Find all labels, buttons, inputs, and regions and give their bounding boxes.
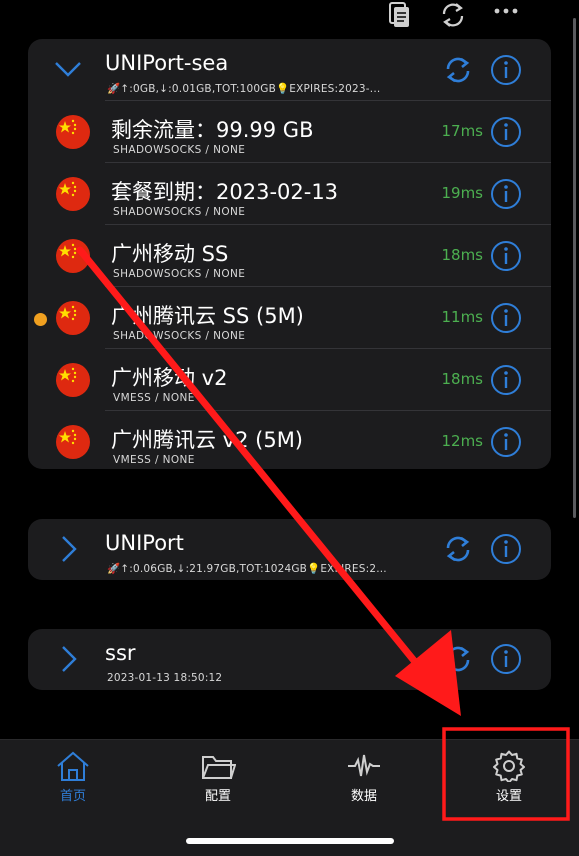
gear-icon xyxy=(493,750,525,782)
info-icon[interactable] xyxy=(489,53,523,87)
china-flag-icon xyxy=(56,177,90,211)
node-name: 广州移动 SS xyxy=(111,242,229,266)
info-icon[interactable] xyxy=(489,239,523,273)
chevron-right-icon[interactable] xyxy=(52,533,84,565)
refresh-icon[interactable] xyxy=(442,54,474,86)
china-flag-icon xyxy=(56,301,90,335)
node-name: 剩余流量：99.99 GB xyxy=(111,118,314,142)
china-flag-icon xyxy=(56,239,90,273)
node-latency[interactable]: 18ms xyxy=(441,370,483,388)
node-latency[interactable]: 11ms xyxy=(441,308,483,326)
node-type: SHADOWSOCKS / NONE xyxy=(113,144,246,156)
info-icon[interactable] xyxy=(489,177,523,211)
info-icon[interactable] xyxy=(489,532,523,566)
node-latency[interactable]: 12ms xyxy=(441,432,483,450)
refresh-icon[interactable] xyxy=(442,643,474,675)
active-indicator xyxy=(34,313,47,326)
tab-settings[interactable]: 设置 xyxy=(459,740,559,820)
group-header[interactable]: UNIPort-sea 🚀↑:0GB,↓:0.01GB,TOT:100GB💡EX… xyxy=(28,39,551,101)
refresh-icon[interactable] xyxy=(442,533,474,565)
group-subtitle: 2023-01-13 18:50:12 xyxy=(107,672,223,684)
chevron-down-icon[interactable] xyxy=(52,52,84,84)
node-row[interactable]: 剩余流量：99.99 GB SHADOWSOCKS / NONE 17ms xyxy=(28,101,551,163)
more-icon[interactable] xyxy=(490,0,524,30)
node-row[interactable]: 套餐到期：2023-02-13 SHADOWSOCKS / NONE 19ms xyxy=(28,163,551,225)
refresh-icon[interactable] xyxy=(436,0,470,30)
group-card-uniport-sea: UNIPort-sea 🚀↑:0GB,↓:0.01GB,TOT:100GB💡EX… xyxy=(28,39,551,469)
node-latency[interactable]: 19ms xyxy=(441,184,483,202)
clipboard-icon[interactable] xyxy=(382,0,416,30)
node-type: SHADOWSOCKS / NONE xyxy=(113,206,246,218)
tab-label: 设置 xyxy=(495,789,522,804)
node-name: 套餐到期：2023-02-13 xyxy=(111,180,339,204)
node-name: 广州腾讯云 SS (5M) xyxy=(111,304,304,328)
top-toolbar xyxy=(0,0,579,36)
node-name: 广州移动 v2 xyxy=(111,366,228,390)
node-row-active[interactable]: 广州腾讯云 SS (5M) SHADOWSOCKS / NONE 11ms xyxy=(28,287,551,349)
chevron-right-icon[interactable] xyxy=(52,643,84,675)
group-title: ssr xyxy=(105,641,136,665)
node-row[interactable]: 广州移动 SS SHADOWSOCKS / NONE 18ms xyxy=(28,225,551,287)
home-icon xyxy=(57,751,89,781)
node-type: VMESS / NONE xyxy=(113,392,195,404)
info-icon[interactable] xyxy=(489,301,523,335)
group-card-ssr: ssr 2023-01-13 18:50:12 xyxy=(28,629,551,690)
tab-label: 配置 xyxy=(204,789,231,804)
node-name: 广州腾讯云 v2 (5M) xyxy=(111,428,304,452)
tab-config[interactable]: 配置 xyxy=(168,740,268,820)
china-flag-icon xyxy=(56,425,90,459)
china-flag-icon xyxy=(56,363,90,397)
node-type: SHADOWSOCKS / NONE xyxy=(113,268,246,280)
home-indicator xyxy=(186,838,394,844)
group-header[interactable]: ssr 2023-01-13 18:50:12 xyxy=(28,629,551,690)
node-row[interactable]: 广州移动 v2 VMESS / NONE 18ms xyxy=(28,349,551,411)
group-title: UNIPort xyxy=(105,531,184,555)
activity-icon xyxy=(348,754,380,777)
tab-home[interactable]: 首页 xyxy=(23,740,123,820)
node-latency[interactable]: 18ms xyxy=(441,246,483,264)
china-flag-icon xyxy=(56,115,90,149)
node-row[interactable]: 广州腾讯云 v2 (5M) VMESS / NONE 12ms xyxy=(28,411,551,469)
node-latency[interactable]: 17ms xyxy=(441,122,483,140)
group-subtitle: 🚀↑:0GB,↓:0.01GB,TOT:100GB💡EXPIRES:2023-.… xyxy=(107,83,381,95)
info-icon[interactable] xyxy=(489,425,523,459)
folder-icon xyxy=(202,756,236,779)
group-card-uniport: UNIPort 🚀↑:0.06GB,↓:21.97GB,TOT:1024GB💡E… xyxy=(28,519,551,580)
tab-label: 首页 xyxy=(59,789,86,804)
info-icon[interactable] xyxy=(489,115,523,149)
tab-label: 数据 xyxy=(350,789,377,804)
group-title: UNIPort-sea xyxy=(105,51,229,75)
group-subtitle: 🚀↑:0.06GB,↓:21.97GB,TOT:1024GB💡EXPIRES:2… xyxy=(107,563,387,575)
info-icon[interactable] xyxy=(489,363,523,397)
tab-data[interactable]: 数据 xyxy=(314,740,414,820)
group-header[interactable]: UNIPort 🚀↑:0.06GB,↓:21.97GB,TOT:1024GB💡E… xyxy=(28,519,551,580)
node-type: VMESS / NONE xyxy=(113,454,195,466)
info-icon[interactable] xyxy=(489,642,523,676)
node-type: SHADOWSOCKS / NONE xyxy=(113,330,246,342)
scroll-indicator[interactable] xyxy=(573,18,576,518)
